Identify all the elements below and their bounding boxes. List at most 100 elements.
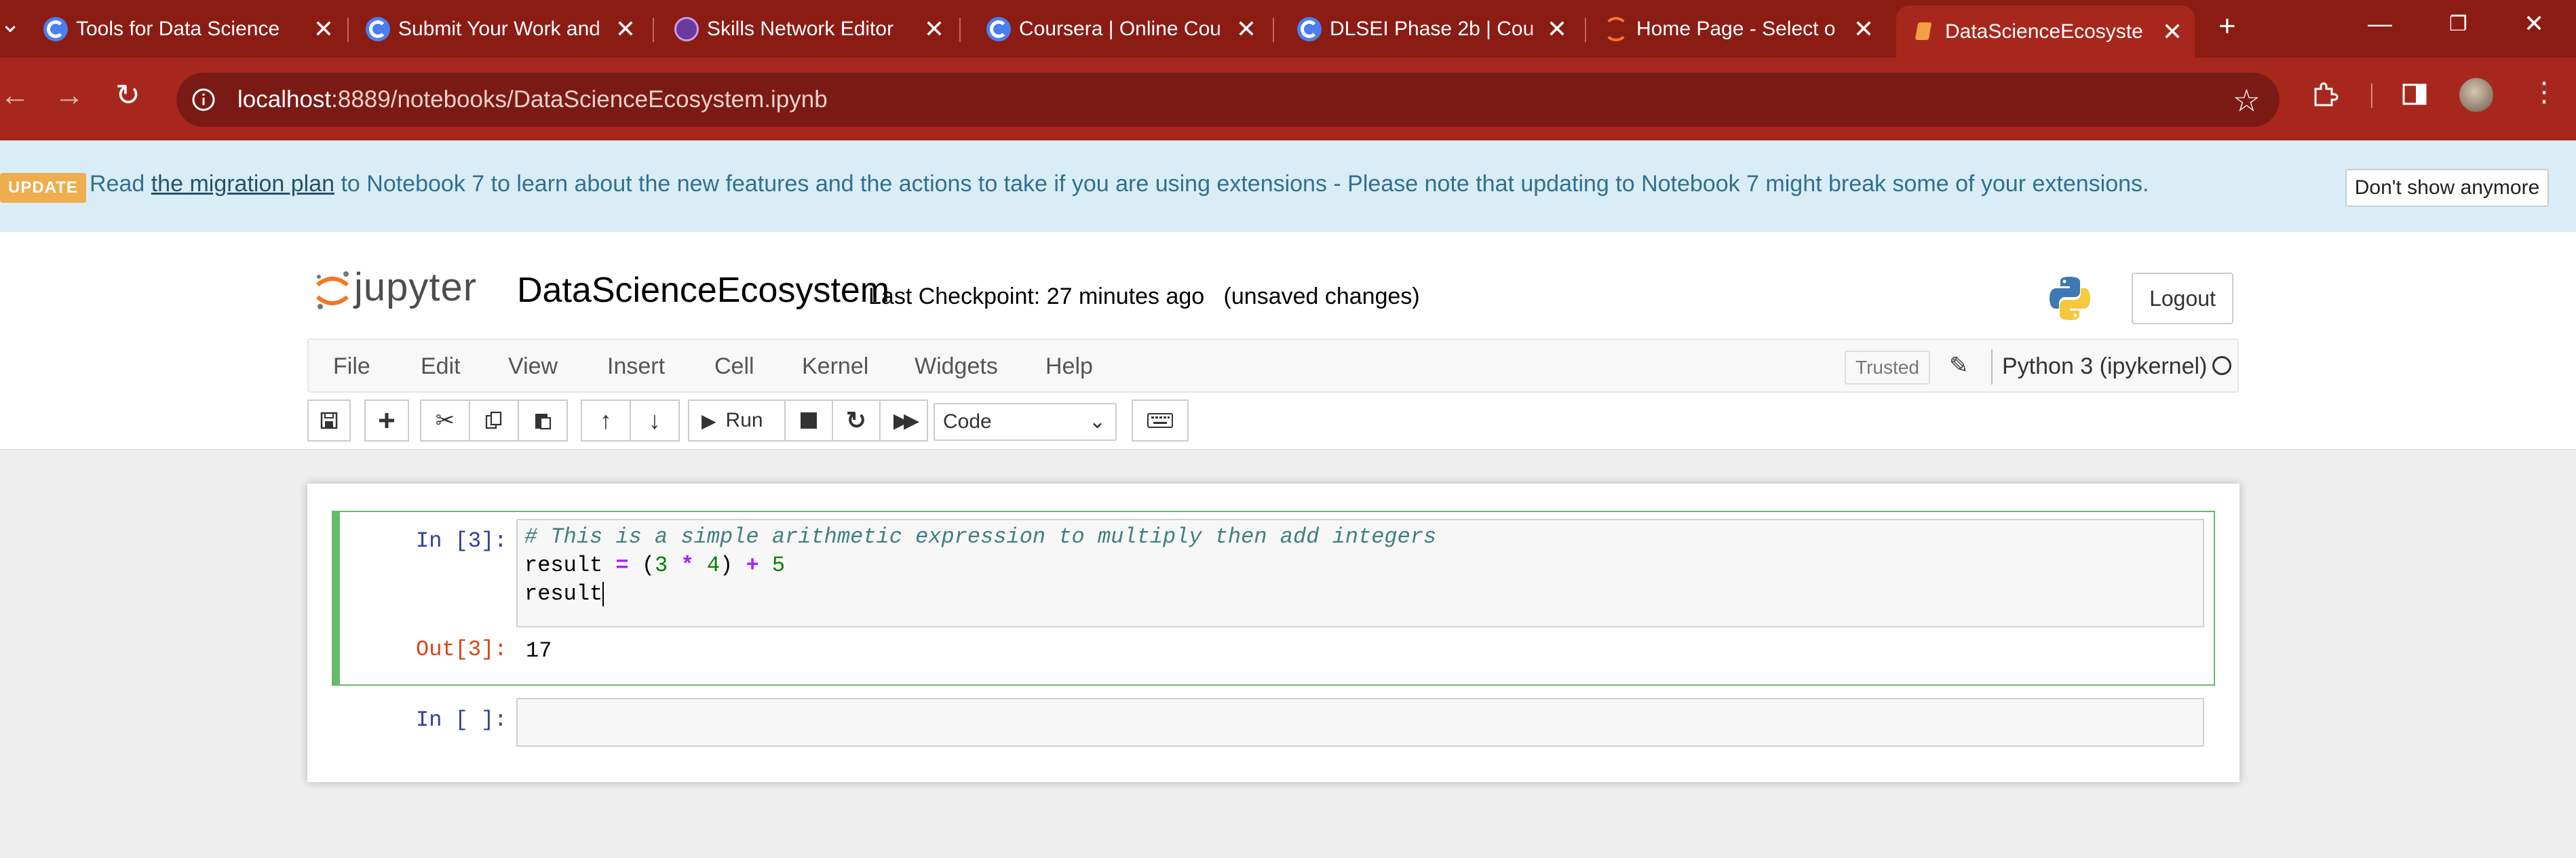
forward-arrow-icon[interactable]: → — [54, 81, 84, 111]
output-value: 17 — [526, 638, 552, 663]
code-token: 3 — [655, 553, 668, 578]
move-down-button[interactable]: ↓ — [630, 399, 680, 442]
kernel-name[interactable]: Python 3 (ipykernel) — [2002, 353, 2207, 380]
stop-icon — [801, 412, 817, 429]
banner-text-post: to Notebook 7 to learn about the new fea… — [341, 171, 2149, 197]
menu-insert[interactable]: Insert — [607, 353, 665, 380]
notebook-toolbar: ✂ ↑ ↓ ▶ Run ↻ ▶▶ Code ⌄ — [0, 393, 2576, 450]
trusted-indicator[interactable]: Trusted — [1845, 351, 1930, 385]
menu-view[interactable]: View — [508, 353, 558, 380]
browser-tab-dlsei[interactable]: DLSEI Phase 2b | Cou ✕ — [1281, 7, 1579, 52]
arrow-down-icon: ↓ — [649, 406, 661, 434]
notebook-name[interactable]: DataScienceEcosystem — [517, 270, 889, 311]
restore-icon[interactable]: ❐ — [2449, 12, 2467, 36]
paste-button[interactable] — [518, 399, 568, 442]
code-token: ) — [720, 553, 746, 578]
save-button[interactable] — [307, 399, 351, 442]
jupyter-logo-icon — [316, 271, 349, 309]
restart-button[interactable]: ↻ — [832, 399, 881, 442]
tab-title: DLSEI Phase 2b | Cou — [1330, 18, 1535, 40]
run-button[interactable]: ▶ Run — [688, 399, 786, 442]
bookmark-star-icon[interactable]: ☆ — [2233, 82, 2261, 119]
close-icon[interactable]: ✕ — [1547, 17, 1567, 41]
tab-title: Submit Your Work and — [398, 18, 600, 40]
update-badge: UPDATE — [0, 173, 86, 203]
banner-text-pre: Read — [90, 171, 145, 197]
insert-cell-button[interactable] — [364, 399, 409, 442]
menu-cell[interactable]: Cell — [714, 353, 754, 380]
scissors-icon: ✂ — [435, 408, 455, 433]
migration-plan-link[interactable]: the migration plan — [151, 171, 334, 197]
cell-type-select[interactable]: Code ⌄ — [934, 403, 1117, 441]
notebook-container: In [3]: # This is a simple arithmetic ex… — [307, 484, 2239, 782]
empty-code-cell[interactable] — [516, 698, 2204, 747]
play-icon: ▶ — [701, 410, 716, 431]
python-logo-icon — [2050, 277, 2090, 320]
menu-kernel[interactable]: Kernel — [802, 353, 868, 380]
browser-tab-skills-network[interactable]: Skills Network Editor ✕ — [658, 7, 957, 52]
side-panel-icon[interactable] — [2398, 78, 2431, 111]
logout-button[interactable]: Logout — [2132, 273, 2233, 324]
browser-tab-datascienceecosystem[interactable]: DataScienceEcosyste ✕ — [1896, 5, 2195, 58]
tab-title: Tools for Data Science — [76, 18, 280, 40]
cut-button[interactable]: ✂ — [420, 399, 470, 442]
jupyter-icon — [1604, 17, 1628, 41]
address-bar[interactable]: localhost:8889/notebooks/DataScienceEcos… — [176, 73, 2280, 127]
copy-button[interactable] — [469, 399, 519, 442]
browser-tab-home-page[interactable]: Home Page - Select o ✕ — [1588, 7, 1886, 52]
kernel-status-icon — [2212, 356, 2231, 375]
tab-title: DataScienceEcosyste — [1945, 20, 2143, 43]
paste-icon — [535, 414, 552, 430]
interrupt-button[interactable] — [784, 399, 833, 442]
extensions-icon[interactable] — [2309, 78, 2341, 111]
code-token: result — [524, 553, 616, 578]
command-palette-button[interactable] — [1132, 399, 1189, 442]
chevron-down-icon: ⌄ — [1088, 410, 1106, 433]
unsaved-changes: (unsaved changes) — [1223, 284, 1420, 309]
cell-type-value: Code — [943, 410, 992, 433]
dont-show-anymore-button[interactable]: Don't show anymore — [2345, 169, 2549, 207]
restart-run-all-button[interactable]: ▶▶ — [879, 399, 928, 442]
browser-tab-tools-data-science[interactable]: Tools for Data Science ✕ — [27, 7, 346, 52]
close-icon[interactable]: ✕ — [1853, 17, 1874, 41]
minimize-icon[interactable]: — — [2368, 9, 2392, 38]
site-info-icon[interactable] — [190, 86, 217, 113]
code-input-area[interactable]: # This is a simple arithmetic expression… — [516, 519, 2204, 627]
url-host: localhost — [237, 86, 332, 113]
jupyter-logo[interactable]: jupyter — [313, 265, 497, 313]
new-tab-button[interactable]: + — [2218, 9, 2236, 43]
tab-divider — [653, 18, 654, 42]
move-up-button[interactable]: ↑ — [581, 399, 631, 442]
browser-tab-submit-work[interactable]: Submit Your Work and ✕ — [349, 7, 648, 52]
window-close-icon[interactable]: ✕ — [2524, 9, 2544, 38]
close-icon[interactable]: ✕ — [924, 17, 944, 41]
plus-icon — [379, 413, 394, 428]
close-icon[interactable]: ✕ — [615, 17, 636, 41]
close-icon[interactable]: ✕ — [2162, 19, 2183, 44]
pencil-icon[interactable]: ✎ — [1949, 352, 1969, 379]
copy-icon — [485, 411, 502, 429]
arrow-up-icon: ↑ — [600, 406, 612, 434]
keyboard-icon — [1147, 413, 1173, 428]
chrome-menu-icon[interactable]: ⋮ — [2531, 77, 2558, 108]
tab-divider — [1585, 18, 1586, 42]
input-prompt: In [ ]: — [416, 707, 507, 733]
close-icon[interactable]: ✕ — [1236, 17, 1256, 41]
tab-search-chevron-icon[interactable]: ⌄ — [0, 9, 20, 38]
menu-help[interactable]: Help — [1045, 353, 1093, 380]
browser-tab-coursera[interactable]: Coursera | Online Cou ✕ — [970, 7, 1269, 52]
last-checkpoint: Last Checkpoint: 27 minutes ago — [868, 284, 1205, 309]
menu-file[interactable]: File — [333, 353, 370, 380]
tab-divider — [347, 18, 349, 42]
menu-widgets[interactable]: Widgets — [915, 353, 998, 380]
menu-edit[interactable]: Edit — [421, 353, 461, 380]
tab-title: Home Page - Select o — [1636, 18, 1836, 40]
close-icon[interactable]: ✕ — [313, 17, 334, 41]
coursera-icon — [1297, 17, 1322, 41]
back-arrow-icon[interactable]: ← — [0, 81, 30, 111]
reload-icon[interactable]: ↻ — [115, 81, 140, 111]
tab-title: Skills Network Editor — [707, 18, 894, 40]
profile-avatar[interactable] — [2459, 78, 2493, 112]
